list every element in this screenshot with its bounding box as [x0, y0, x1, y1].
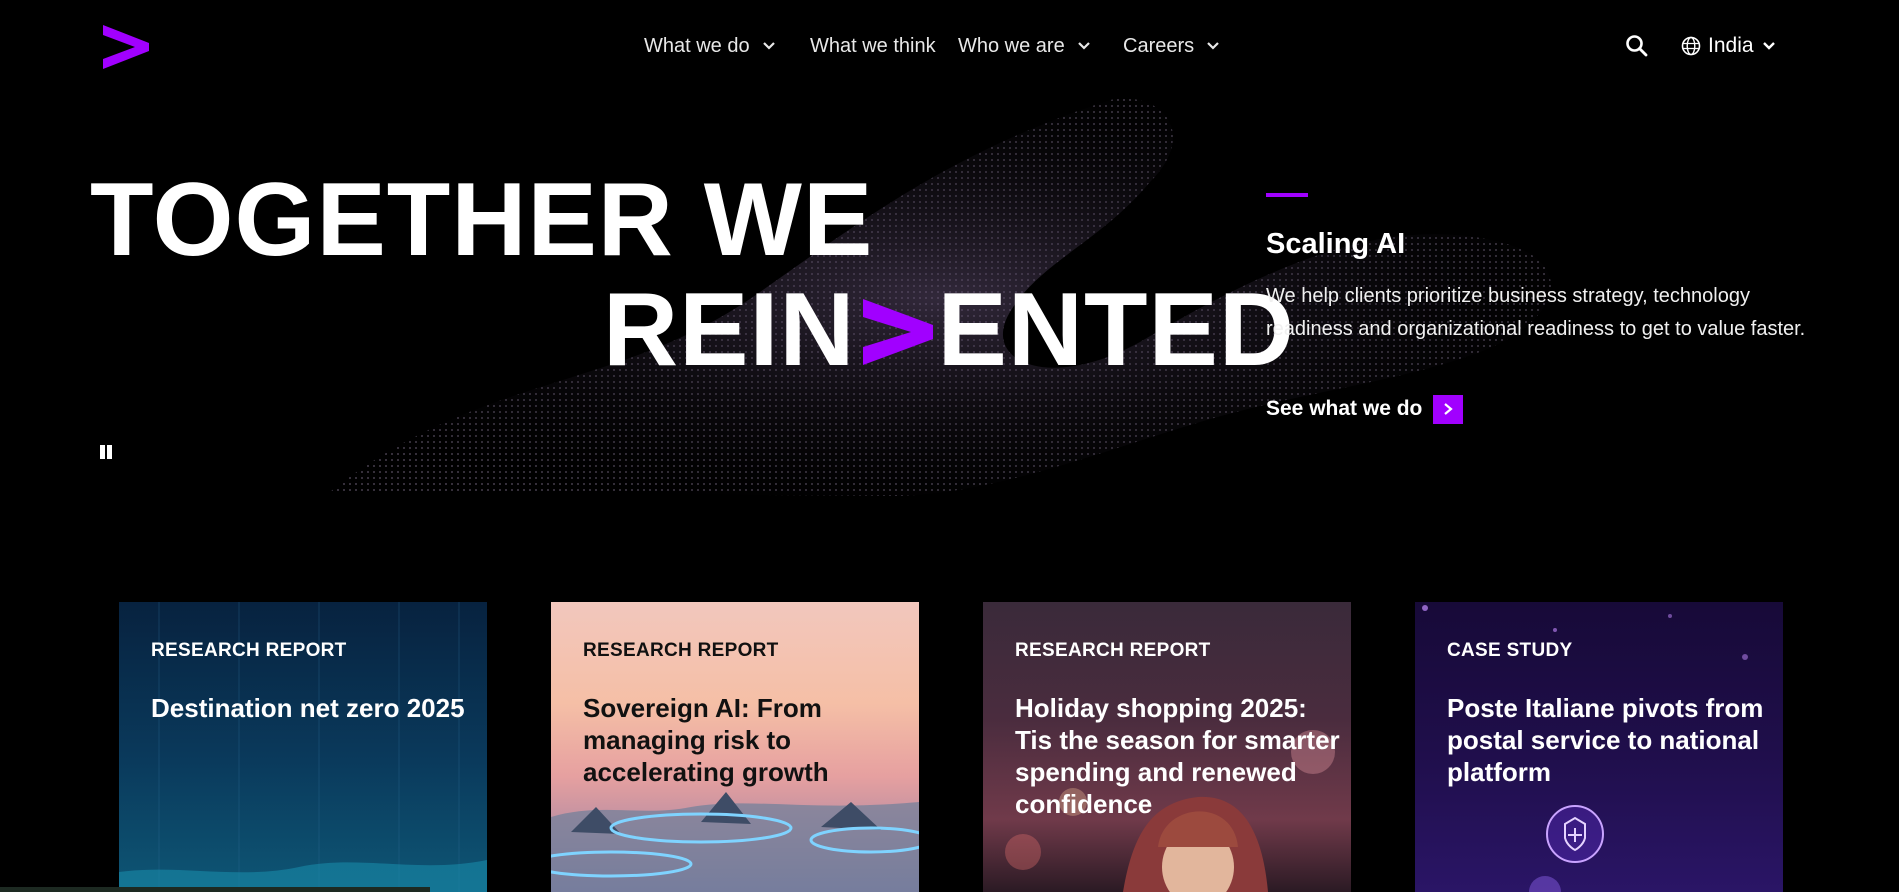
- card-kicker: RESEARCH REPORT: [1015, 640, 1211, 661]
- card-kicker: RESEARCH REPORT: [583, 640, 779, 661]
- hero-headline-line-2: REIN ENTED: [603, 278, 1295, 382]
- card-kicker: RESEARCH REPORT: [151, 640, 347, 661]
- main-nav: What we do What we think Who we are Care…: [0, 0, 1899, 92]
- globe-icon: [1681, 36, 1701, 56]
- card-poste-italiane[interactable]: CASE STUDY Poste Italiane pivots from po…: [1415, 602, 1783, 892]
- nav-item-what-we-do[interactable]: What we do: [644, 34, 778, 58]
- card-kicker: CASE STUDY: [1447, 640, 1573, 661]
- feature-title: Scaling AI: [1266, 228, 1406, 260]
- nav-item-what-we-think[interactable]: What we think: [810, 34, 936, 58]
- card-title: Sovereign AI: From managing risk to acce…: [583, 693, 829, 787]
- nav-item-label: Careers: [1123, 34, 1195, 57]
- search-icon: [1626, 35, 1648, 57]
- locale-label: India: [1708, 34, 1754, 57]
- pause-button[interactable]: [98, 443, 114, 461]
- page: What we do What we think Who we are Care…: [0, 0, 1899, 892]
- chevron-down-icon: [760, 37, 778, 55]
- feature-accent-bar: [1266, 193, 1308, 197]
- locale-selector[interactable]: India: [1680, 32, 1778, 60]
- card-title: Poste Italiane pivots from postal servic…: [1447, 693, 1764, 787]
- chevron-down-icon: [1760, 37, 1778, 55]
- headline-part-right: ENTED: [937, 272, 1295, 388]
- card-title: Holiday shopping 2025: Tis the season fo…: [1015, 693, 1340, 819]
- feature-description: We help clients prioritize business stra…: [1266, 285, 1806, 340]
- search-button[interactable]: [1624, 33, 1650, 59]
- cta-label: See what we do: [1266, 397, 1423, 420]
- headline-part-left: REIN: [603, 272, 856, 388]
- chevron-down-icon: [1204, 37, 1222, 55]
- see-what-we-do-link[interactable]: See what we do: [1266, 394, 1464, 424]
- nav-item-careers[interactable]: Careers: [1123, 34, 1222, 58]
- hero-headline-line-1: TOGETHER WE: [90, 162, 874, 278]
- greater-than-logo-mark: [863, 299, 934, 365]
- card-holiday-shopping[interactable]: RESEARCH REPORT Holiday shopping 2025: T…: [983, 602, 1351, 892]
- nav-item-label: Who we are: [958, 34, 1065, 57]
- card-title: Destination net zero 2025: [151, 693, 465, 723]
- card-destination-net-zero[interactable]: RESEARCH REPORT Destination net zero 202…: [119, 602, 487, 892]
- chevron-right-icon: [1433, 394, 1464, 424]
- nav-item-label: What we do: [644, 34, 750, 57]
- nav-item-who-we-are[interactable]: Who we are: [958, 34, 1093, 58]
- bottom-strip: [0, 887, 430, 892]
- chevron-down-icon: [1075, 37, 1093, 55]
- nav-item-label: What we think: [810, 34, 936, 57]
- card-sovereign-ai[interactable]: RESEARCH REPORT Sovereign AI: From manag…: [551, 602, 919, 892]
